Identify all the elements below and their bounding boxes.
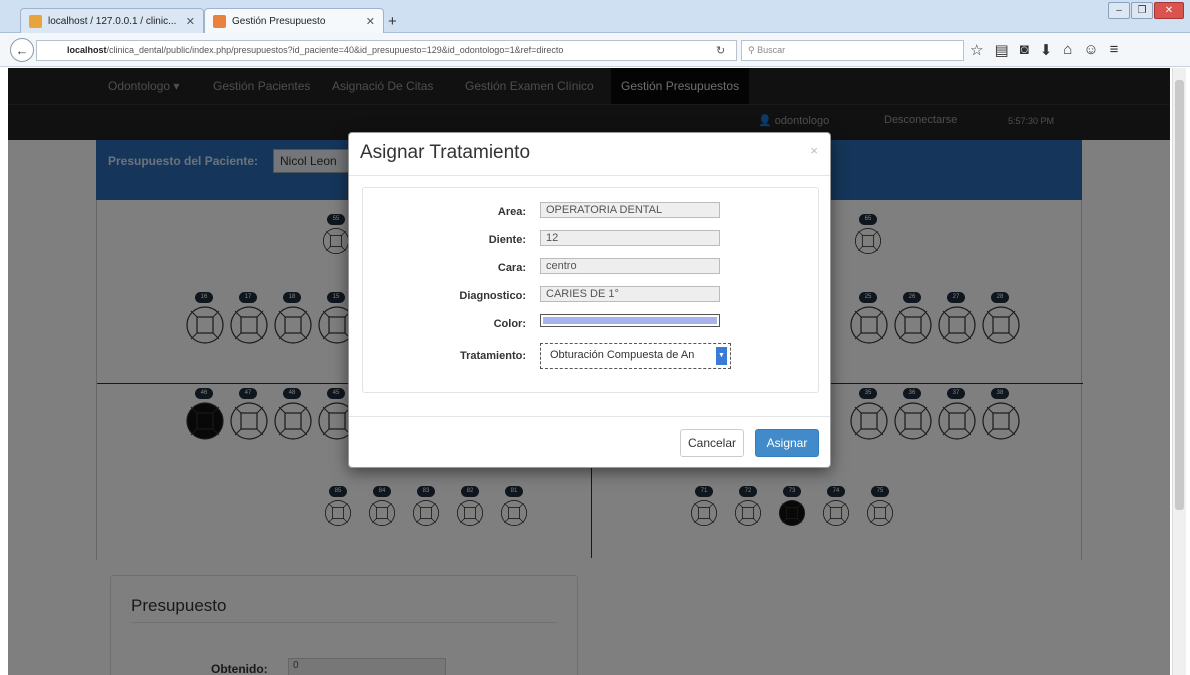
modal-close-icon[interactable]: × [810, 143, 818, 158]
area-label: Area: [497, 206, 526, 218]
back-arrow-icon[interactable]: ← [10, 38, 34, 62]
url-bar[interactable]: localhost/clinica_dental/public/index.ph… [36, 40, 737, 61]
cancel-button[interactable]: Cancelar [680, 429, 744, 457]
tab-title: Gestión Presupuesto [232, 15, 326, 27]
page-favicon-icon [213, 14, 226, 28]
window-close-icon[interactable]: ✕ [1154, 2, 1184, 19]
assign-button[interactable]: Asignar [755, 429, 819, 457]
browser-toolbar-icons: ☆ ▤ ◙ ⬇ ⌂ ☺ ≡ [970, 41, 1118, 59]
browser-tab-phpmyadmin[interactable]: localhost / 127.0.0.1 / clinic... ✕ [20, 8, 204, 33]
new-tab-icon[interactable]: + [388, 13, 397, 30]
diagnostico-row: Diagnostico: CARIES DE 1° [363, 286, 820, 306]
menu-icon[interactable]: ≡ [1110, 41, 1119, 59]
url-host: localhost [67, 45, 107, 55]
close-tab-icon[interactable]: ✕ [366, 15, 375, 28]
browser-tab-gestion-presupuesto[interactable]: Gestión Presupuesto ✕ [204, 8, 384, 33]
url-path: /clinica_dental/public/index.php/presupu… [106, 45, 564, 55]
download-icon[interactable]: ⬇ [1040, 41, 1053, 59]
minimize-icon[interactable]: – [1108, 2, 1130, 19]
tratamiento-label: Tratamiento: [459, 350, 526, 362]
tratamiento-row: Tratamiento: Obturación Compuesta de An … [363, 343, 820, 369]
bookmark-star-icon[interactable]: ☆ [970, 41, 983, 59]
diente-field: 12 [540, 230, 720, 246]
color-swatch-field[interactable] [540, 314, 720, 327]
cara-row: Cara: centro [363, 258, 820, 278]
color-row: Color: [363, 314, 820, 334]
scrollbar-thumb[interactable] [1175, 80, 1184, 510]
phpmyadmin-icon [29, 14, 42, 28]
close-tab-icon[interactable]: ✕ [186, 15, 195, 28]
diagnostico-label: Diagnostico: [459, 290, 526, 302]
tab-title: localhost / 127.0.0.1 / clinic... [48, 15, 177, 27]
window-controls: – ❐ ✕ [1108, 2, 1184, 19]
color-label: Color: [493, 318, 526, 330]
assign-treatment-modal: Asignar Tratamiento × Area: OPERATORIA D… [348, 132, 831, 468]
diente-row: Diente: 12 [363, 230, 820, 250]
search-placeholder: Buscar [757, 45, 786, 55]
area-field: OPERATORIA DENTAL [540, 202, 720, 218]
modal-title: Asignar Tratamiento [360, 142, 531, 163]
search-icon: ⚲ [748, 45, 758, 55]
search-input[interactable]: ⚲ Buscar [741, 40, 964, 61]
pocket-icon[interactable]: ◙ [1020, 41, 1029, 59]
reading-list-icon[interactable]: ▤ [994, 41, 1008, 59]
browser-titlebar: localhost / 127.0.0.1 / clinic... ✕ Gest… [0, 0, 1190, 33]
chat-icon[interactable]: ☺ [1083, 41, 1098, 59]
tratamiento-selected-value: Obturación Compuesta de An [550, 349, 695, 361]
reload-icon[interactable]: ↻ [716, 44, 725, 57]
cara-field: centro [540, 258, 720, 274]
home-icon[interactable]: ⌂ [1063, 41, 1072, 59]
color-swatch [543, 317, 717, 324]
area-row: Area: OPERATORIA DENTAL [363, 202, 820, 222]
chevron-down-icon[interactable]: ▼ [716, 347, 727, 365]
diente-label: Diente: [488, 234, 526, 246]
diagnostico-field: CARIES DE 1° [540, 286, 720, 302]
treatment-form: Area: OPERATORIA DENTAL Diente: 12 Cara:… [362, 187, 819, 393]
maximize-icon[interactable]: ❐ [1131, 2, 1153, 19]
tratamiento-select[interactable]: Obturación Compuesta de An ▼ [540, 343, 731, 369]
divider [349, 175, 830, 176]
divider [349, 416, 830, 417]
cara-label: Cara: [497, 262, 526, 274]
page-scrollbar[interactable] [1172, 68, 1186, 675]
